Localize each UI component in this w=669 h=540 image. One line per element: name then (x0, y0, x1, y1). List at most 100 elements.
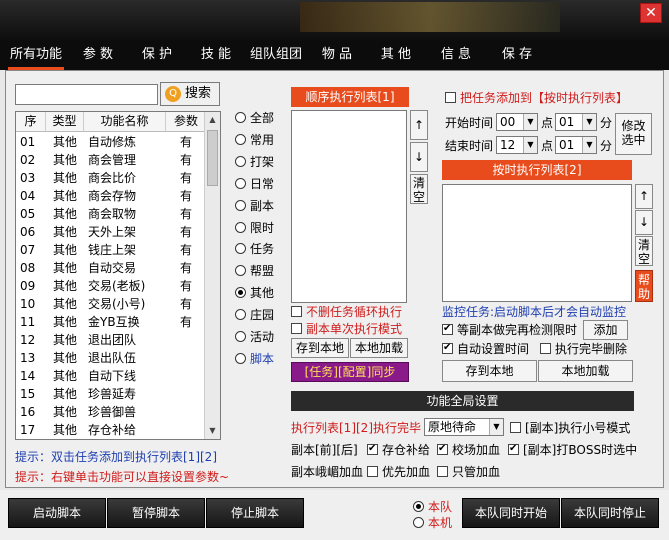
filter-radio[interactable]: 打架 (235, 154, 274, 170)
radio-dot[interactable] (413, 501, 424, 512)
filter-radio[interactable]: 日常 (235, 176, 274, 192)
filter-radio[interactable]: 全部 (235, 110, 274, 126)
tab-3[interactable]: 技 能 (196, 42, 236, 70)
pause-script-button[interactable]: 暂停脚本 (107, 498, 205, 528)
timed-move-up-button[interactable]: ↑ (635, 184, 653, 209)
checkbox-box[interactable] (437, 466, 448, 477)
no-delete-loop-checkbox[interactable]: 不删任务循环执行 (291, 305, 402, 319)
checkbox-box[interactable] (508, 442, 519, 456)
scroll-thumb[interactable] (207, 130, 218, 186)
filter-radio[interactable]: 帮盟 (235, 263, 274, 279)
store-supply-checkbox[interactable]: 存仓补给 (367, 442, 430, 457)
seq-move-up-button[interactable]: ↑ (410, 110, 428, 140)
filter-radio[interactable]: 常用 (235, 132, 274, 148)
end-minute-select[interactable]: 01 ▼ (555, 136, 597, 154)
filter-radio[interactable]: 庄园 (235, 307, 274, 323)
table-row[interactable]: 13 其他 退出队伍 (16, 349, 206, 367)
checkbox-box[interactable] (540, 343, 551, 354)
seq-move-down-button[interactable]: ↓ (410, 142, 428, 172)
table-row[interactable]: 06 其他 天外上架 有 (16, 223, 206, 241)
modify-selected-button[interactable]: 修改选中 (615, 113, 652, 155)
checkbox-box[interactable] (291, 306, 302, 317)
checkbox-box[interactable] (367, 466, 378, 477)
radio-dot[interactable] (235, 155, 246, 167)
team-stop-button[interactable]: 本队同时停止 (561, 498, 659, 528)
radio-dot[interactable] (235, 133, 246, 145)
radio-dot[interactable] (235, 177, 246, 189)
add-button[interactable]: 添加 (583, 320, 628, 340)
radio-dot[interactable] (235, 221, 246, 233)
wait-dungeon-checkbox[interactable]: 等副本做完再检测限时 (442, 322, 577, 337)
tab-2[interactable]: 保 护 (137, 42, 177, 70)
radio-local[interactable]: 本机 (413, 515, 452, 531)
tab-5[interactable]: 物 品 (317, 42, 357, 70)
tab-7[interactable]: 信 息 (436, 42, 476, 70)
start-hour-select[interactable]: 00 ▼ (496, 113, 538, 131)
seq-load-local-button[interactable]: 本地加载 (350, 338, 408, 358)
radio-dot[interactable] (235, 265, 246, 277)
table-row[interactable]: 03 其他 商会比价 有 (16, 169, 206, 187)
team-start-button[interactable]: 本队同时开始 (462, 498, 560, 528)
tab-1[interactable]: 参 数 (78, 42, 118, 70)
radio-dot[interactable] (235, 199, 246, 211)
filter-radio[interactable]: 其他 (235, 285, 274, 301)
table-row[interactable]: 09 其他 交易(老板) 有 (16, 277, 206, 295)
seq-save-local-button[interactable]: 存到本地 (291, 338, 349, 358)
checkbox-box[interactable] (367, 442, 378, 456)
timed-save-local-button[interactable]: 存到本地 (442, 360, 537, 382)
scroll-down-icon[interactable]: ▼ (205, 423, 220, 439)
table-row[interactable]: 17 其他 存仓补给 (16, 421, 206, 439)
add-to-timed-checkbox[interactable]: 把任务添加到【按时执行列表】 (445, 91, 628, 105)
seq-clear-button[interactable]: 清空 (410, 174, 428, 204)
dungeon-single-checkbox[interactable]: 副本单次执行模式 (291, 322, 402, 336)
radio-dot[interactable] (413, 517, 424, 528)
tab-4[interactable]: 组队组团 (249, 42, 303, 70)
tab-8[interactable]: 保 存 (497, 42, 537, 70)
seq-list[interactable] (291, 110, 407, 303)
scroll-up-icon[interactable]: ▲ (205, 112, 220, 128)
tab-0[interactable]: 所有功能 (8, 42, 64, 70)
radio-dot[interactable] (235, 352, 246, 364)
function-table[interactable]: 序 类型 功能名称 参数 01 其他 自动修炼有 02 其他 商会管理有 03 其他 商会比价有… (15, 111, 221, 440)
filter-radio[interactable]: 任务 (235, 241, 274, 257)
table-row[interactable]: 07 其他 钱庄上架 有 (16, 241, 206, 259)
table-row[interactable]: 11 其他 金YB互换 有 (16, 313, 206, 331)
radio-dot[interactable] (235, 243, 246, 255)
help-button[interactable]: 帮助 (635, 270, 653, 302)
start-minute-select[interactable]: 01 ▼ (555, 113, 597, 131)
table-row[interactable]: 12 其他 退出团队 (16, 331, 206, 349)
tab-6[interactable]: 其 他 (376, 42, 416, 70)
filter-radio[interactable]: 限时 (235, 220, 274, 236)
table-row[interactable]: 05 其他 商会取物 有 (16, 205, 206, 223)
checkbox-box[interactable] (437, 442, 448, 456)
radio-dot[interactable] (235, 287, 246, 299)
auto-time-checkbox[interactable]: 自动设置时间 (442, 341, 529, 356)
table-row[interactable]: 04 其他 商会存物 有 (16, 187, 206, 205)
close-icon[interactable]: ✕ (640, 3, 662, 23)
radio-team[interactable]: 本队 (413, 499, 452, 515)
checkbox-box[interactable] (442, 322, 453, 336)
school-add-blood-checkbox[interactable]: 校场加血 (437, 442, 500, 457)
start-script-button[interactable]: 启动脚本 (8, 498, 106, 528)
search-button[interactable]: Q 搜索 (160, 82, 220, 106)
table-row[interactable]: 16 其他 珍兽御兽 (16, 403, 206, 421)
table-scrollbar[interactable]: ▲ ▼ (204, 112, 220, 439)
boss-selected-checkbox[interactable]: [副本]打BOSS时选中 (508, 442, 637, 457)
stop-script-button[interactable]: 停止脚本 (206, 498, 304, 528)
delete-after-checkbox[interactable]: 执行完毕删除 (540, 342, 627, 356)
checkbox-box[interactable] (291, 323, 302, 334)
timed-clear-button[interactable]: 清空 (635, 236, 653, 266)
filter-radio[interactable]: 活动 (235, 329, 274, 345)
table-row[interactable]: 01 其他 自动修炼 有 (16, 133, 206, 151)
radio-dot[interactable] (235, 309, 246, 321)
filter-radio[interactable]: 副本 (235, 198, 274, 214)
checkbox-box[interactable] (445, 92, 456, 103)
small-mode-checkbox[interactable]: [副本]执行小号模式 (510, 421, 630, 435)
table-row[interactable]: 14 其他 自动下线 (16, 367, 206, 385)
table-row[interactable]: 10 其他 交易(小号) 有 (16, 295, 206, 313)
timed-move-down-button[interactable]: ↓ (635, 210, 653, 235)
table-row[interactable]: 02 其他 商会管理 有 (16, 151, 206, 169)
list-done-select[interactable]: 原地待命 ▼ (424, 418, 504, 436)
priority-blood-checkbox[interactable]: 优先加血 (367, 465, 430, 479)
timed-list[interactable] (442, 184, 632, 302)
